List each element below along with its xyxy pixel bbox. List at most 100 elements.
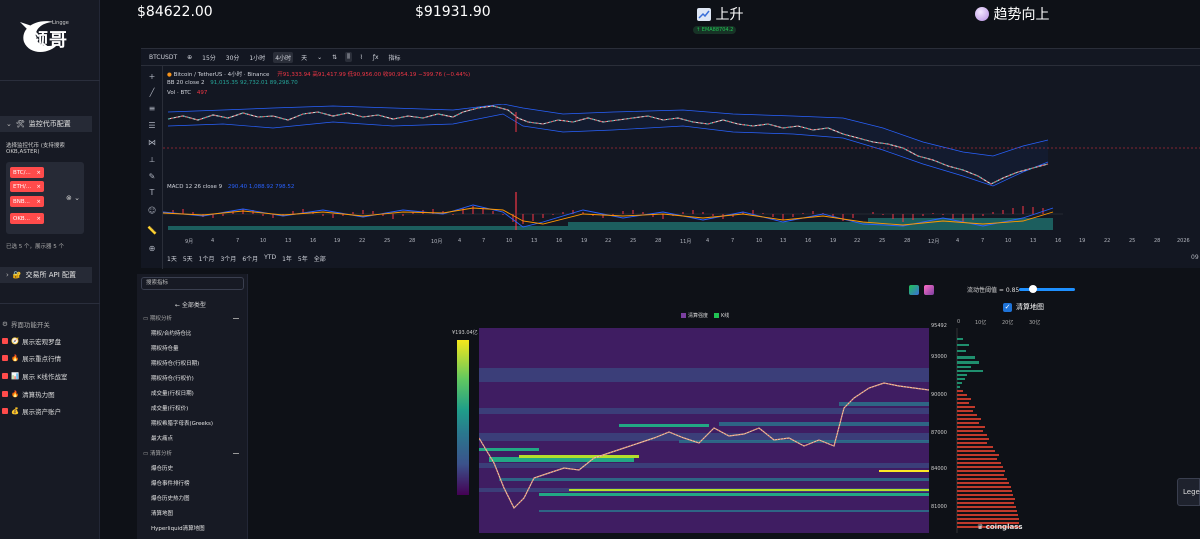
toggle-macro[interactable]: 🧭 展示宏观罗盘	[2, 336, 61, 346]
candles-icon[interactable]: ⫼	[345, 52, 352, 62]
tradingview-chart[interactable]: BTCUSDT ⊕ 15分 30分 1小时 4小时 天 ⌄ ⇅ ⫼ ⌇ ƒx 指…	[141, 48, 1200, 269]
logo-text: 领哥	[30, 30, 68, 51]
group-options[interactable]: ▭ 期权分析	[143, 314, 172, 322]
range-ytd[interactable]: YTD	[264, 254, 276, 263]
settings-icon: ⚙	[2, 320, 8, 328]
legend-item-kline[interactable]: K线	[714, 312, 729, 319]
bb-label: BB 20 close 2	[167, 80, 205, 86]
compare-icon[interactable]: ⇅	[330, 53, 339, 62]
trend-up-chart-icon	[697, 8, 711, 21]
clear-dropdown-icon[interactable]: ⊗ ⌄	[66, 194, 80, 202]
text-icon[interactable]: T	[147, 188, 157, 198]
filter-item[interactable]: 成交量(行权价)	[151, 404, 188, 412]
toggle-market[interactable]: 🔥 展示重点行情	[2, 353, 61, 363]
collapse-icon[interactable]	[233, 318, 239, 319]
threshold-slider-thumb[interactable]	[1029, 285, 1037, 293]
filter-item[interactable]: 期权持仓(行权价)	[151, 374, 194, 382]
close-icon[interactable]: ×	[36, 170, 41, 176]
fib-icon[interactable]: ☰	[147, 121, 157, 131]
exchange-section-header[interactable]: › 🔐 交易所 API 配置	[0, 267, 92, 283]
range-3m[interactable]: 3个月	[220, 254, 236, 263]
time-readout: 09	[1191, 254, 1199, 261]
palette-pink-swatch[interactable]	[924, 285, 934, 295]
all-types-link[interactable]: ← 全部类型	[175, 300, 206, 309]
crosshair-icon[interactable]: +	[147, 72, 157, 82]
interval-1h[interactable]: 1小时	[247, 52, 267, 63]
coin-chip[interactable]: ETH/... ×	[10, 181, 44, 192]
palette-green-swatch[interactable]	[909, 285, 919, 295]
emoji-icon[interactable]: ☺	[147, 206, 157, 216]
filter-item[interactable]: 清算地图	[151, 509, 173, 517]
checkbox-icon[interactable]	[2, 391, 8, 397]
range-5d[interactable]: 5天	[183, 254, 193, 263]
coin-chip[interactable]: BNB... ×	[10, 196, 44, 207]
checkbox-icon[interactable]	[2, 338, 8, 344]
checkbox-icon[interactable]	[2, 373, 8, 379]
range-selector: 1天 5天 1个月 3个月 6个月 YTD 1年 5年 全部	[167, 254, 326, 263]
bb-fill	[168, 104, 1048, 186]
zoom-icon[interactable]: ⊕	[147, 244, 157, 254]
range-1m[interactable]: 1个月	[199, 254, 215, 263]
chevron-down-icon: ⌄	[6, 120, 12, 128]
close-icon[interactable]: ×	[36, 199, 41, 205]
range-1y[interactable]: 1年	[282, 254, 292, 263]
filter-item[interactable]: 最大痛点	[151, 434, 173, 442]
indicators-icon[interactable]: ƒx	[371, 53, 381, 62]
checkbox-icon[interactable]	[2, 408, 8, 414]
chip-label: BNB...	[13, 198, 30, 205]
symbol-search[interactable]: BTCUSDT	[147, 53, 179, 62]
group-liquidation[interactable]: ▭ 清算分析	[143, 449, 172, 457]
price-tick: 95492	[931, 323, 947, 329]
close-icon[interactable]: ×	[36, 216, 41, 222]
wrench-icon: 🛠	[15, 120, 25, 128]
filter-item[interactable]: 期权希腊字母表(Greeks)	[151, 419, 213, 427]
filter-item[interactable]: 爆仓事件排行榜	[151, 479, 190, 487]
coin-multiselect[interactable]: BTC/... × ETH/... × BNB... × OKB... × ⊗ ⌄	[6, 162, 84, 234]
price-tick: 81000	[931, 504, 947, 510]
legend-item-intensity[interactable]: 清算强度	[681, 312, 708, 319]
interval-1d[interactable]: 天	[299, 52, 309, 63]
range-all[interactable]: 全部	[314, 254, 326, 263]
price-tick: 93000	[931, 354, 947, 360]
ruler-icon[interactable]: 📏	[147, 226, 157, 236]
monitor-section-header[interactable]: ⌄ 🛠 监控代币配置	[0, 116, 92, 132]
range-5y[interactable]: 5年	[298, 254, 308, 263]
toggle-kline[interactable]: 📊 展示 K线作战室	[2, 371, 67, 381]
trendline-icon[interactable]: ╱	[147, 88, 157, 98]
filter-item[interactable]: Hyperliquid清算地图	[151, 524, 205, 532]
filter-item[interactable]: 成交量(行权日期)	[151, 389, 194, 397]
range-6m[interactable]: 6个月	[242, 254, 258, 263]
indicators-button[interactable]: 指标	[387, 52, 403, 63]
projection-icon[interactable]: ⟂	[147, 155, 157, 165]
indicator-search-input[interactable]: 搜索指标	[141, 277, 244, 290]
checkmark-icon[interactable]: ✓	[1003, 302, 1012, 312]
threshold-slider[interactable]	[1019, 288, 1075, 291]
filter-item[interactable]: 爆仓历史热力图	[151, 494, 190, 502]
filter-item[interactable]: 期权/合约持仓比	[151, 329, 191, 337]
range-1d[interactable]: 1天	[167, 254, 177, 263]
toggle-heatmap[interactable]: 🔥 清算热力图	[2, 389, 55, 399]
legend-toggle-tab[interactable]: Lege	[1177, 478, 1200, 506]
toggle-assets[interactable]: 💰 展示资产账户	[2, 406, 61, 416]
horizontal-line-icon[interactable]: ≡	[147, 104, 157, 114]
interval-30[interactable]: 30分	[224, 52, 242, 63]
collapse-icon[interactable]	[233, 453, 239, 454]
checkbox-icon[interactable]	[2, 355, 8, 361]
coin-select-sublabel: OKB,ASTER)	[6, 149, 40, 155]
add-icon[interactable]: ⊕	[185, 53, 194, 62]
close-icon[interactable]: ×	[36, 184, 41, 190]
filter-item[interactable]: 期权持仓(行权日期)	[151, 359, 199, 367]
interval-15[interactable]: 15分	[200, 52, 218, 63]
liquidation-heatmap	[479, 328, 929, 533]
filter-item[interactable]: 爆仓历史	[151, 464, 173, 472]
brush-icon[interactable]: ✎	[147, 172, 157, 182]
pattern-icon[interactable]: ⋈	[147, 138, 157, 148]
filter-item[interactable]: 期权持仓量	[151, 344, 179, 352]
depth-tick: 10亿	[975, 320, 987, 326]
coin-chip[interactable]: OKB... ×	[10, 213, 44, 224]
coin-chip[interactable]: BTC/... ×	[10, 167, 44, 178]
interval-4h[interactable]: 4小时	[273, 51, 294, 63]
area-icon[interactable]: ⌇	[358, 53, 365, 62]
chevron-down-icon[interactable]: ⌄	[315, 53, 324, 62]
liquidation-map-checkbox[interactable]: ✓ 清算地图	[1003, 302, 1044, 312]
